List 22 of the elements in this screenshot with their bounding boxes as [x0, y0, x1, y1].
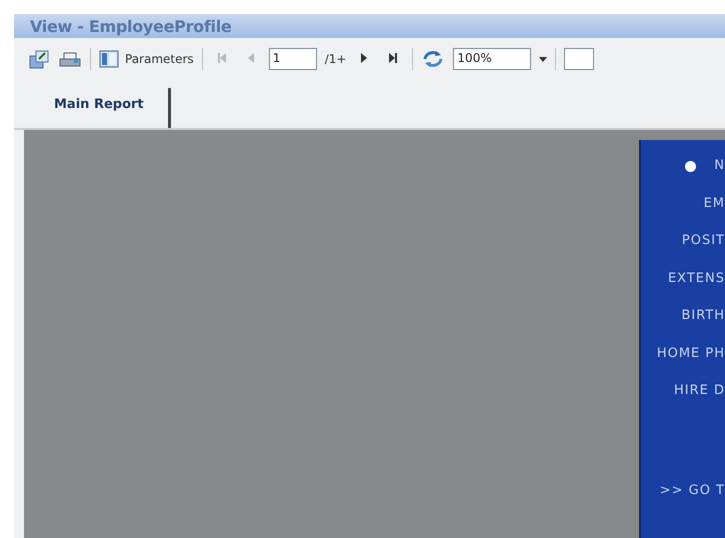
field-label: HIRE D [674, 383, 725, 398]
skip-forward-icon [388, 52, 398, 64]
parameters-button[interactable]: Parameters [99, 50, 194, 68]
field-label: POSIT [682, 233, 725, 248]
window-title: View - EmployeeProfile [30, 16, 232, 36]
dropdown-caret-icon[interactable] [539, 56, 548, 62]
field-label: EXTENS [668, 270, 725, 286]
skip-back-icon [216, 52, 227, 64]
panel-icon [99, 50, 119, 68]
field-label: EM [704, 196, 725, 210]
right-triangle-icon [360, 52, 368, 64]
page-number-field[interactable]: 1 [268, 48, 317, 70]
field-label: HOME PH [656, 346, 725, 360]
zoom-field[interactable]: 100% [453, 48, 532, 70]
left-triangle-icon [246, 52, 255, 64]
page-count: /1+ [324, 52, 346, 66]
refresh-icon[interactable] [421, 49, 446, 69]
printer-icon[interactable] [58, 50, 82, 68]
go-to-link[interactable]: >> GO T [660, 482, 725, 498]
field-label: N [714, 158, 725, 173]
field-label: BIRTH [681, 308, 725, 323]
export-icon[interactable] [28, 49, 50, 69]
